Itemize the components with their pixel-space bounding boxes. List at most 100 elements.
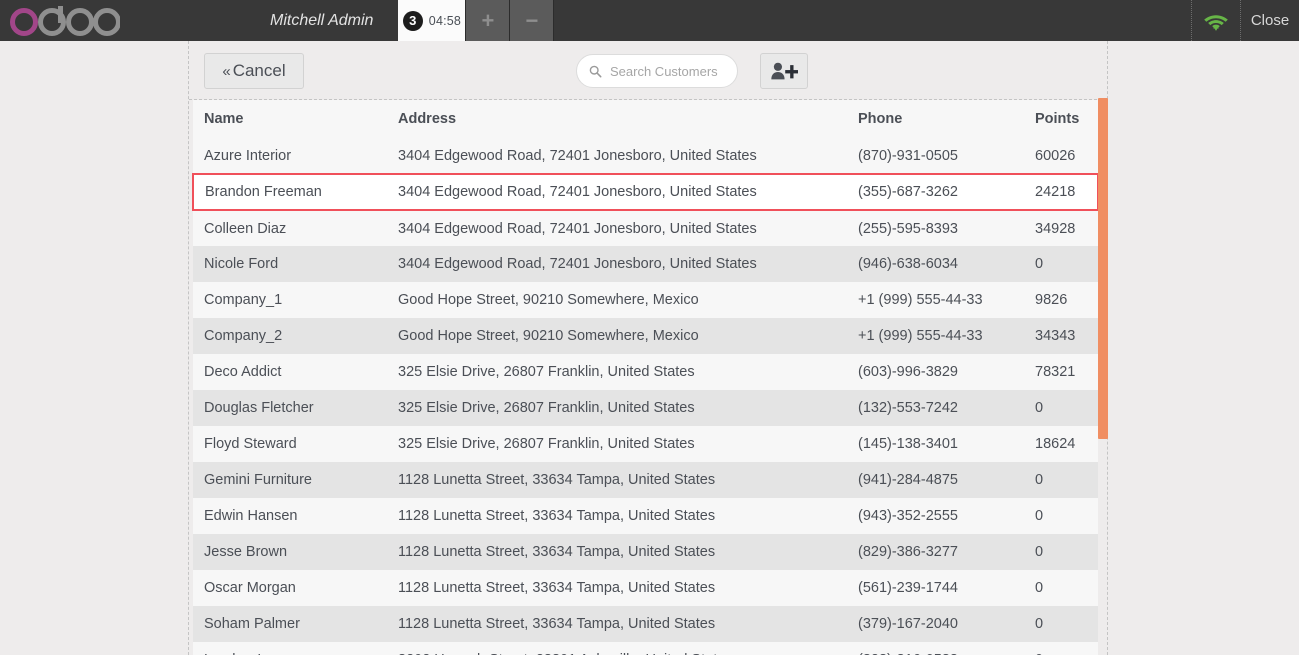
column-header-address[interactable]: Address (398, 100, 858, 138)
cell-points: 78321 (1035, 354, 1098, 390)
table-row[interactable]: Edwin Hansen 1128 Lunetta Street, 33634 T… (193, 498, 1098, 534)
cell-points: 0 (1035, 642, 1098, 655)
cell-phone: (255)-595-8393 (858, 210, 1035, 246)
cell-phone: (870)-931-0505 (858, 138, 1035, 174)
cell-points: 34343 (1035, 318, 1098, 354)
order-tab-active[interactable]: 3 04:58 (398, 0, 467, 41)
remove-order-button[interactable]: − (510, 0, 555, 41)
table-row[interactable]: Company_2 Good Hope Street, 90210 Somewhe… (193, 318, 1098, 354)
search-icon (589, 65, 602, 77)
cell-address: 325 Elsie Drive, 26807 Franklin, United … (398, 426, 858, 462)
table-row[interactable]: Azure Interior 3404 Edgewood Road, 72401 … (193, 138, 1098, 174)
cell-name: Gemini Furniture (193, 462, 398, 498)
cell-address: 1128 Lunetta Street, 33634 Tampa, United… (398, 570, 858, 606)
client-list-toolbar: « Cancel (189, 41, 1107, 100)
table-header-row: Name Address Phone Points (193, 100, 1098, 138)
close-button[interactable]: Close (1241, 0, 1299, 41)
order-count-badge: 3 (402, 10, 423, 31)
cell-address: 3404 Edgewood Road, 72401 Jonesboro, Uni… (398, 173, 858, 211)
double-chevron-left-icon: « (222, 62, 231, 80)
cell-points: 0 (1035, 390, 1098, 426)
table-row[interactable]: Colleen Diaz 3404 Edgewood Road, 72401 Jo… (193, 210, 1098, 246)
cell-phone: (946)-638-6034 (858, 246, 1035, 282)
cell-name: Oscar Morgan (193, 570, 398, 606)
cell-phone: (355)-687-3262 (858, 173, 1035, 211)
table-row[interactable]: Lumber Inc3202 Hannah Street, 28801 Ashe… (193, 642, 1098, 655)
table-row[interactable]: Floyd Steward 325 Elsie Drive, 26807 Fran… (193, 426, 1098, 462)
cell-phone: (603)-996-3829 (858, 354, 1035, 390)
cell-address: 3202 Hannah Street, 28801 Asheville, Uni… (398, 642, 858, 655)
cell-address: 1128 Lunetta Street, 33634 Tampa, United… (398, 498, 858, 534)
table-row[interactable]: Oscar Morgan 1128 Lunetta Street, 33634 T… (193, 570, 1098, 606)
cell-points: 0 (1035, 246, 1098, 282)
cell-address: Good Hope Street, 90210 Somewhere, Mexic… (398, 282, 858, 318)
cell-name: Douglas Fletcher (193, 390, 398, 426)
column-header-points[interactable]: Points (1035, 100, 1098, 138)
table-row[interactable]: Deco Addict 325 Elsie Drive, 26807 Frankl… (193, 354, 1098, 390)
vertical-scrollbar-thumb[interactable] (1098, 98, 1108, 439)
cell-name: Company_1 (193, 282, 398, 318)
add-order-button[interactable]: + (466, 0, 511, 41)
wifi-icon (1204, 14, 1228, 30)
table-row[interactable]: Douglas Fletcher 325 Elsie Drive, 26807 F… (193, 390, 1098, 426)
table-row-selected[interactable]: Brandon Freeman 3404 Edgewood Road, 72401… (192, 173, 1098, 211)
cell-address: 325 Elsie Drive, 26807 Franklin, United … (398, 390, 858, 426)
topbar-flex-spacer (554, 0, 1191, 41)
user-plus-icon (771, 62, 798, 80)
cell-points: 34928 (1035, 210, 1098, 246)
cell-address: 3404 Edgewood Road, 72401 Jonesboro, Uni… (398, 138, 858, 174)
cell-name: Lumber Inc (193, 642, 398, 655)
cell-phone: (379)-167-2040 (858, 606, 1035, 642)
cell-name: Company_2 (193, 318, 398, 354)
search-input[interactable] (610, 63, 720, 79)
cell-name: Edwin Hansen (193, 498, 398, 534)
cell-points: 0 (1035, 498, 1098, 534)
customer-list[interactable]: Name Address Phone Points Azure Interior… (192, 100, 1098, 655)
cell-phone: +1 (999) 555-44-33 (858, 318, 1035, 354)
add-customer-button[interactable] (760, 53, 808, 89)
order-timer-label: 04:58 (428, 13, 462, 28)
search-box[interactable] (576, 54, 738, 88)
table-row[interactable]: Gemini Furniture 1128 Lunetta Street, 336… (193, 462, 1098, 498)
cell-phone: (561)-239-1744 (858, 570, 1035, 606)
username-label: Mitchell Admin (270, 11, 374, 29)
table-row[interactable]: Soham Palmer 1128 Lunetta Street, 33634 T… (193, 606, 1098, 642)
column-header-phone[interactable]: Phone (858, 100, 1035, 138)
cancel-button[interactable]: « Cancel (204, 53, 304, 89)
odoo-logo-icon (10, 5, 120, 36)
customer-table: Name Address Phone Points Azure Interior… (192, 100, 1098, 655)
table-header: Name Address Phone Points (193, 100, 1098, 138)
cell-phone: (828)-316-0583 (858, 642, 1035, 655)
cell-name: Soham Palmer (193, 606, 398, 642)
odoo-logo[interactable] (0, 0, 160, 41)
cell-phone: (829)-386-3277 (858, 534, 1035, 570)
client-list-pane: « Cancel Search Customers Name Address P… (188, 41, 1108, 655)
cell-address: 1128 Lunetta Street, 33634 Tampa, United… (398, 534, 858, 570)
cell-name: Nicole Ford (193, 246, 398, 282)
cell-points: 60026 (1035, 138, 1098, 174)
status-area: Close (1191, 0, 1299, 41)
top-bar: Mitchell Admin 3 04:58 + − Close (0, 0, 1299, 41)
column-header-name[interactable]: Name (193, 100, 398, 138)
wifi-status[interactable] (1191, 0, 1241, 41)
cell-phone: (132)-553-7242 (858, 390, 1035, 426)
order-tabs: 3 04:58 + − (398, 0, 555, 41)
cancel-button-label: Cancel (232, 61, 286, 80)
table-body: Azure Interior 3404 Edgewood Road, 72401 … (192, 138, 1098, 655)
cell-points: 24218 (1035, 173, 1098, 211)
cell-address: 325 Elsie Drive, 26807 Franklin, United … (398, 354, 858, 390)
cell-address: 3404 Edgewood Road, 72401 Jonesboro, Uni… (398, 210, 858, 246)
table-row[interactable]: Company_1 Good Hope Street, 90210 Somewhe… (193, 282, 1098, 318)
cell-points: 0 (1035, 606, 1098, 642)
cell-name: Deco Addict (193, 354, 398, 390)
cell-name: Jesse Brown (193, 534, 398, 570)
cell-address: Good Hope Street, 90210 Somewhere, Mexic… (398, 318, 858, 354)
cell-name: Colleen Diaz (193, 210, 398, 246)
cell-points: 9826 (1035, 282, 1098, 318)
cell-address: 3404 Edgewood Road, 72401 Jonesboro, Uni… (398, 246, 858, 282)
table-row[interactable]: Nicole Ford 3404 Edgewood Road, 72401 Jon… (193, 246, 1098, 282)
table-row[interactable]: Jesse Brown 1128 Lunetta Street, 33634 Ta… (193, 534, 1098, 570)
cell-points: 0 (1035, 462, 1098, 498)
cell-name: Floyd Steward (193, 426, 398, 462)
